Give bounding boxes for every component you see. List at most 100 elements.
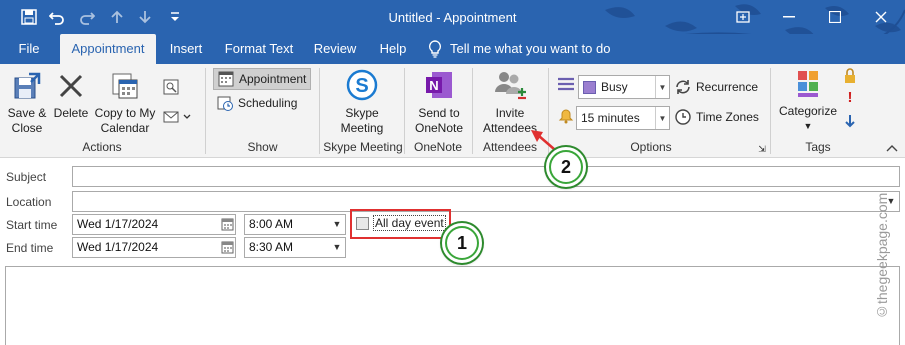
categorize-icon [798,71,818,97]
time-zones-button[interactable]: Time Zones [674,106,760,128]
show-as-value: Busy [601,80,628,94]
start-time-label: Start time [6,218,58,232]
ribbon-display-options-icon[interactable] [720,0,766,34]
appointment-view-label: Appointment [239,72,307,86]
invite-attendees-label-1: Invite [495,106,525,120]
tab-format-text[interactable]: Format Text [220,34,298,64]
end-date-input[interactable]: Wed 1/17/2024 [72,237,236,258]
calendar-find-icon [163,79,179,95]
recurrence-label: Recurrence [696,80,759,94]
separator [404,68,405,154]
categorize-label: Categorize [778,104,838,118]
end-time-input[interactable]: 8:30 AM ▼ [244,237,346,258]
all-day-event-label[interactable]: All day event [373,215,446,231]
scheduling-icon [217,96,233,111]
callout-1-number: 1 [447,228,477,258]
appointment-view-button[interactable]: Appointment [213,68,311,90]
save-close-icon [14,72,41,99]
reminder-bell-icon [556,108,576,128]
skype-label-1: Skype [345,106,379,120]
copy-to-calendar-button[interactable]: Copy to My Calendar [92,70,158,136]
show-as-icon [556,76,576,96]
onenote-group-label: OneNote [413,140,463,154]
scheduling-button[interactable]: Scheduling [213,92,311,114]
tell-me-box[interactable]: Tell me what you want to do [428,34,628,64]
separator [472,68,473,154]
start-time-input[interactable]: 8:00 AM ▼ [244,214,346,235]
high-importance-icon[interactable]: ! [842,90,858,105]
chevron-down-icon: ▼ [655,76,669,98]
location-input[interactable]: ▼ [72,191,900,212]
title-bar: Untitled - Appointment [0,0,905,34]
onenote-label-2: OneNote [414,121,464,135]
delete-button[interactable]: Delete [52,70,90,121]
skype-group-label: Skype Meeting [323,140,403,154]
chevron-down-icon[interactable]: ▼ [329,215,345,234]
save-close-label-1: Save & [7,106,47,120]
appointment-body-editor[interactable] [5,266,900,345]
separator [205,68,206,154]
invite-attendees-icon [495,72,526,100]
maximize-button[interactable] [812,0,858,34]
send-to-onenote-button[interactable]: N Send to OneNote [410,68,468,136]
low-importance-icon[interactable] [842,114,858,132]
forward-button[interactable] [160,108,194,130]
watermark: ©thegeekpage.com [874,192,890,320]
scheduling-label: Scheduling [238,96,298,110]
skype-label-2: Meeting [340,121,384,135]
separator [770,68,771,154]
close-button[interactable] [858,0,904,34]
tab-insert[interactable]: Insert [162,34,210,64]
time-zones-icon [675,109,691,125]
calendar-picker-icon[interactable] [219,238,235,257]
appointment-icon [218,71,234,87]
minimize-button[interactable] [766,0,812,34]
save-close-label-2: Close [11,121,43,135]
recurrence-button[interactable]: Recurrence [674,76,760,98]
show-group-label: Show [247,140,278,154]
save-close-button[interactable]: Save & Close [4,70,50,136]
end-time-label: End time [6,241,54,255]
skype-icon: S [346,69,378,101]
delete-icon [59,74,83,98]
subject-input[interactable] [72,166,900,187]
start-time-value: 8:00 AM [249,217,294,231]
ribbon-tabs: File Appointment Insert Format Text Revi… [0,34,905,64]
recurrence-icon [676,80,690,94]
all-day-event-checkbox[interactable] [356,217,369,230]
invite-attendees-button[interactable]: Invite Attendees [478,68,542,136]
actions-group-label: Actions [82,140,122,154]
tab-help[interactable]: Help [372,34,414,64]
tab-review[interactable]: Review [306,34,364,64]
calendar-picker-icon[interactable] [219,215,235,234]
chevron-down-icon[interactable]: ▼ [329,238,345,257]
start-date-value: Wed 1/17/2024 [77,217,159,231]
tell-me-label: Tell me what you want to do [450,41,611,56]
categorize-button[interactable]: Categorize ▼ [776,68,840,134]
skype-meeting-button[interactable]: S Skype Meeting [330,68,394,136]
tab-file[interactable]: File [8,34,50,64]
reminder-value: 15 minutes [581,111,640,125]
show-as-dropdown[interactable]: Busy ▼ [578,75,670,99]
forward-icon [163,111,191,123]
collapse-ribbon-icon[interactable] [884,142,900,157]
end-time-value: 8:30 AM [249,240,294,254]
delete-label: Delete [53,106,89,120]
callout-2: 2 [546,147,586,187]
busy-swatch [583,80,596,94]
ribbon: Save & Close Delete Copy to My Calendar … [0,64,905,158]
location-label: Location [6,195,52,209]
time-zones-label: Time Zones [696,110,759,124]
end-date-value: Wed 1/17/2024 [77,240,159,254]
forward-as-icalendar-button[interactable] [160,78,182,100]
tab-appointment[interactable]: Appointment [60,34,156,64]
copy-to-calendar-label-1: Copy to My [94,106,156,120]
lightbulb-icon [428,40,442,58]
start-date-input[interactable]: Wed 1/17/2024 [72,214,236,235]
private-lock-icon[interactable] [842,68,858,88]
reminder-dropdown[interactable]: 15 minutes ▼ [576,106,670,130]
categorize-chevron-icon: ▼ [803,121,813,131]
copy-to-calendar-icon [112,73,138,99]
options-launcher-icon[interactable]: ⇲ [756,142,768,157]
tags-group-label: Tags [805,140,831,154]
